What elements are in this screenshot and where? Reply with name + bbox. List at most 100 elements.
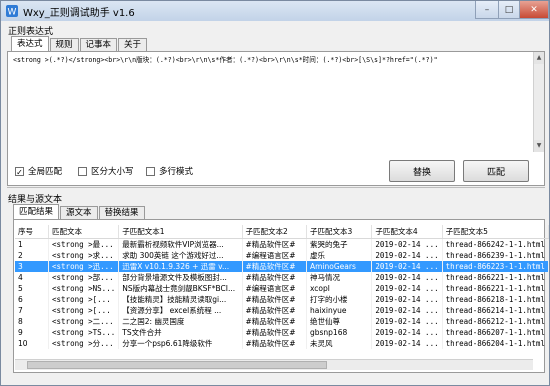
table-cell: #编程语言区# — [242, 283, 307, 294]
maximize-button[interactable]: □ — [498, 1, 520, 19]
title-bar[interactable]: W Wxy_正则调试助手 v1.6 – □ ✕ — [1, 1, 549, 21]
tab-rules[interactable]: 规则 — [49, 38, 79, 51]
table-cell: thread-866239-1-1.html — [442, 250, 550, 261]
divider — [7, 187, 545, 188]
table-cell: <strong >[... — [48, 305, 120, 316]
table-cell: 1 — [15, 238, 50, 250]
table-cell: 6 — [15, 294, 50, 305]
table-cell: <strong >NS... — [48, 283, 120, 294]
minimize-button[interactable]: – — [475, 1, 499, 19]
table-row-selected[interactable]: 3 <strong >迅... 迅雷X v10.1.9.326 + 迅雷 v..… — [15, 261, 550, 272]
column-header[interactable]: 序号 — [15, 225, 50, 239]
scroll-down-icon[interactable]: ▼ — [534, 140, 544, 152]
table-cell: thread-866207-1-1.html — [442, 327, 550, 338]
table-cell: haixinyue — [306, 305, 373, 316]
regex-scrollbar[interactable]: ▲ ▼ — [533, 52, 544, 152]
tab-replace-results[interactable]: 替换结果 — [98, 206, 145, 219]
app-icon: W — [6, 5, 18, 18]
table-cell: 7 — [15, 305, 50, 316]
table-cell: xcopl — [306, 283, 373, 294]
table-row[interactable]: 1 <strong >最... 最新霸析视频软件VIP浏览器... #精品软件区… — [15, 238, 550, 250]
checkbox-icon[interactable] — [78, 166, 87, 176]
table-header: 序号 匹配文本 子匹配文本1 子匹配文本2 子匹配文本3 子匹配文本4 子匹配文… — [15, 225, 550, 239]
table-row[interactable]: 2 <strong >求... 求助 300英链 这个游戏好过... #编程语言… — [15, 250, 550, 261]
column-header[interactable]: 匹配文本 — [48, 225, 120, 239]
column-header[interactable]: 子匹配文本4 — [371, 225, 443, 239]
window-title: Wxy_正则调试助手 v1.6 — [23, 8, 135, 19]
checkbox-icon[interactable] — [146, 166, 155, 176]
table-cell: 3 — [15, 261, 50, 272]
table-cell: thread-866204-1-1.html — [442, 338, 550, 349]
table-cell: #精品软件区# — [242, 316, 307, 327]
table-cell: #精品软件区# — [242, 294, 307, 305]
scroll-up-icon[interactable]: ▲ — [534, 52, 544, 64]
option-global-match[interactable]: ✓ 全局匹配 — [15, 165, 62, 177]
app-window: W Wxy_正则调试助手 v1.6 – □ ✕ 正则表达式 表达式 规则 记事本… — [0, 0, 550, 386]
tab-expression[interactable]: 表达式 — [11, 36, 49, 51]
table-cell: 【资源分享】 excel系统程 ... — [118, 305, 243, 316]
table-cell: 5 — [15, 283, 50, 294]
table-cell: <strong >二... — [48, 316, 120, 327]
table-cell: #精品软件区# — [242, 238, 307, 250]
table-cell: 2019-02-14 ... — [371, 294, 443, 305]
scrollbar-thumb[interactable] — [27, 361, 327, 369]
table-cell: 2019-02-14 ... — [371, 327, 443, 338]
tab-match-results[interactable]: 匹配结果 — [13, 204, 60, 219]
table-cell: gbsnp168 — [306, 327, 373, 338]
table-row[interactable]: 5 <strong >NS... NS版内幕战士竟剑靓BKSF*BCI... #… — [15, 283, 550, 294]
table-cell: 打字的小楼 — [306, 294, 373, 305]
column-header[interactable]: 子匹配文本2 — [242, 225, 307, 239]
table-cell: <strong >TS... — [48, 327, 120, 338]
option-multiline[interactable]: 多行模式 — [146, 165, 193, 177]
tab-notepad[interactable]: 记事本 — [79, 38, 118, 51]
match-button[interactable]: 匹配 — [463, 160, 529, 182]
table-row[interactable]: 9 <strong >TS... TS文件合并 #精品软件区# gbsnp168… — [15, 327, 550, 338]
table-row[interactable]: 4 <strong >部... 部分背景墙源文件及模板图封... #精品软件区#… — [15, 272, 550, 283]
table-cell: thread-866223-1-1.html — [442, 261, 550, 272]
table-cell: 2019-02-14 ... — [371, 238, 443, 250]
table-cell: 2019-02-14 ... — [371, 305, 443, 316]
table-cell: 4 — [15, 272, 50, 283]
option-label: 多行模式 — [159, 167, 194, 177]
option-label: 区分大小写 — [91, 167, 134, 177]
results-horizontal-scrollbar[interactable] — [15, 359, 533, 370]
table-cell: 迅雷X v10.1.9.326 + 迅雷 v... — [118, 261, 243, 272]
column-header[interactable]: 子匹配文本1 — [118, 225, 243, 239]
table-cell: 2019-02-14 ... — [371, 338, 443, 349]
table-cell: thread-866212-1-1.html — [442, 316, 550, 327]
column-header[interactable]: 子匹配文本5 — [442, 225, 550, 239]
table-cell: 绝世仙尊 — [306, 316, 373, 327]
column-header[interactable]: 子匹配文本3 — [306, 225, 373, 239]
table-cell: <strong >最... — [48, 238, 120, 250]
replace-button[interactable]: 替换 — [389, 160, 455, 182]
table-cell: AminoGears — [306, 261, 373, 272]
table-cell: 【技能精灵】技能精灵读取gi... — [118, 294, 243, 305]
table-row[interactable]: 7 <strong >[... 【资源分享】 excel系统程 ... #精品软… — [15, 305, 550, 316]
table-cell: 2019-02-14 ... — [371, 261, 443, 272]
option-case-sensitive[interactable]: 区分大小写 — [78, 165, 134, 177]
table-row[interactable]: 10 <strong >分... 分享一个psp6.61降级软件 #精品软件区#… — [15, 338, 550, 349]
table-cell: 最新霸析视频软件VIP浏览器... — [118, 238, 243, 250]
table-row[interactable]: 6 <strong >[... 【技能精灵】技能精灵读取gi... #精品软件区… — [15, 294, 550, 305]
table-cell: #精品软件区# — [242, 338, 307, 349]
table-cell: 2019-02-14 ... — [371, 283, 443, 294]
table-cell: <strong >[... — [48, 294, 120, 305]
option-label: 全局匹配 — [28, 167, 63, 177]
close-button[interactable]: ✕ — [519, 1, 549, 19]
svg-text:W: W — [8, 8, 17, 18]
table-cell: 2019-02-14 ... — [371, 250, 443, 261]
table-cell: thread-866221-1-1.html — [442, 272, 550, 283]
table-cell: <strong >部... — [48, 272, 120, 283]
top-tab-bar: 表达式 规则 记事本 关于 — [11, 36, 148, 51]
table-row[interactable]: 8 <strong >二... 二之国2: 幽灵国度 #精品软件区# 绝世仙尊 … — [15, 316, 550, 327]
tab-source-text[interactable]: 源文本 — [60, 206, 98, 219]
checkbox-checked-icon[interactable]: ✓ — [15, 166, 24, 177]
regex-input[interactable]: <strong >(.*?)</strong><br>\r\n版块：(.*?)<… — [13, 54, 533, 64]
tab-about[interactable]: 关于 — [118, 38, 148, 51]
table-cell: 2019-02-14 ... — [371, 272, 443, 283]
table-cell: 求助 300英链 这个游戏好过... — [118, 250, 243, 261]
table-cell: #精品软件区# — [242, 305, 307, 316]
table-cell: #编程语言区# — [242, 250, 307, 261]
table-cell: NS版内幕战士竟剑靓BKSF*BCI... — [118, 283, 243, 294]
table-cell: #精品软件区# — [242, 327, 307, 338]
